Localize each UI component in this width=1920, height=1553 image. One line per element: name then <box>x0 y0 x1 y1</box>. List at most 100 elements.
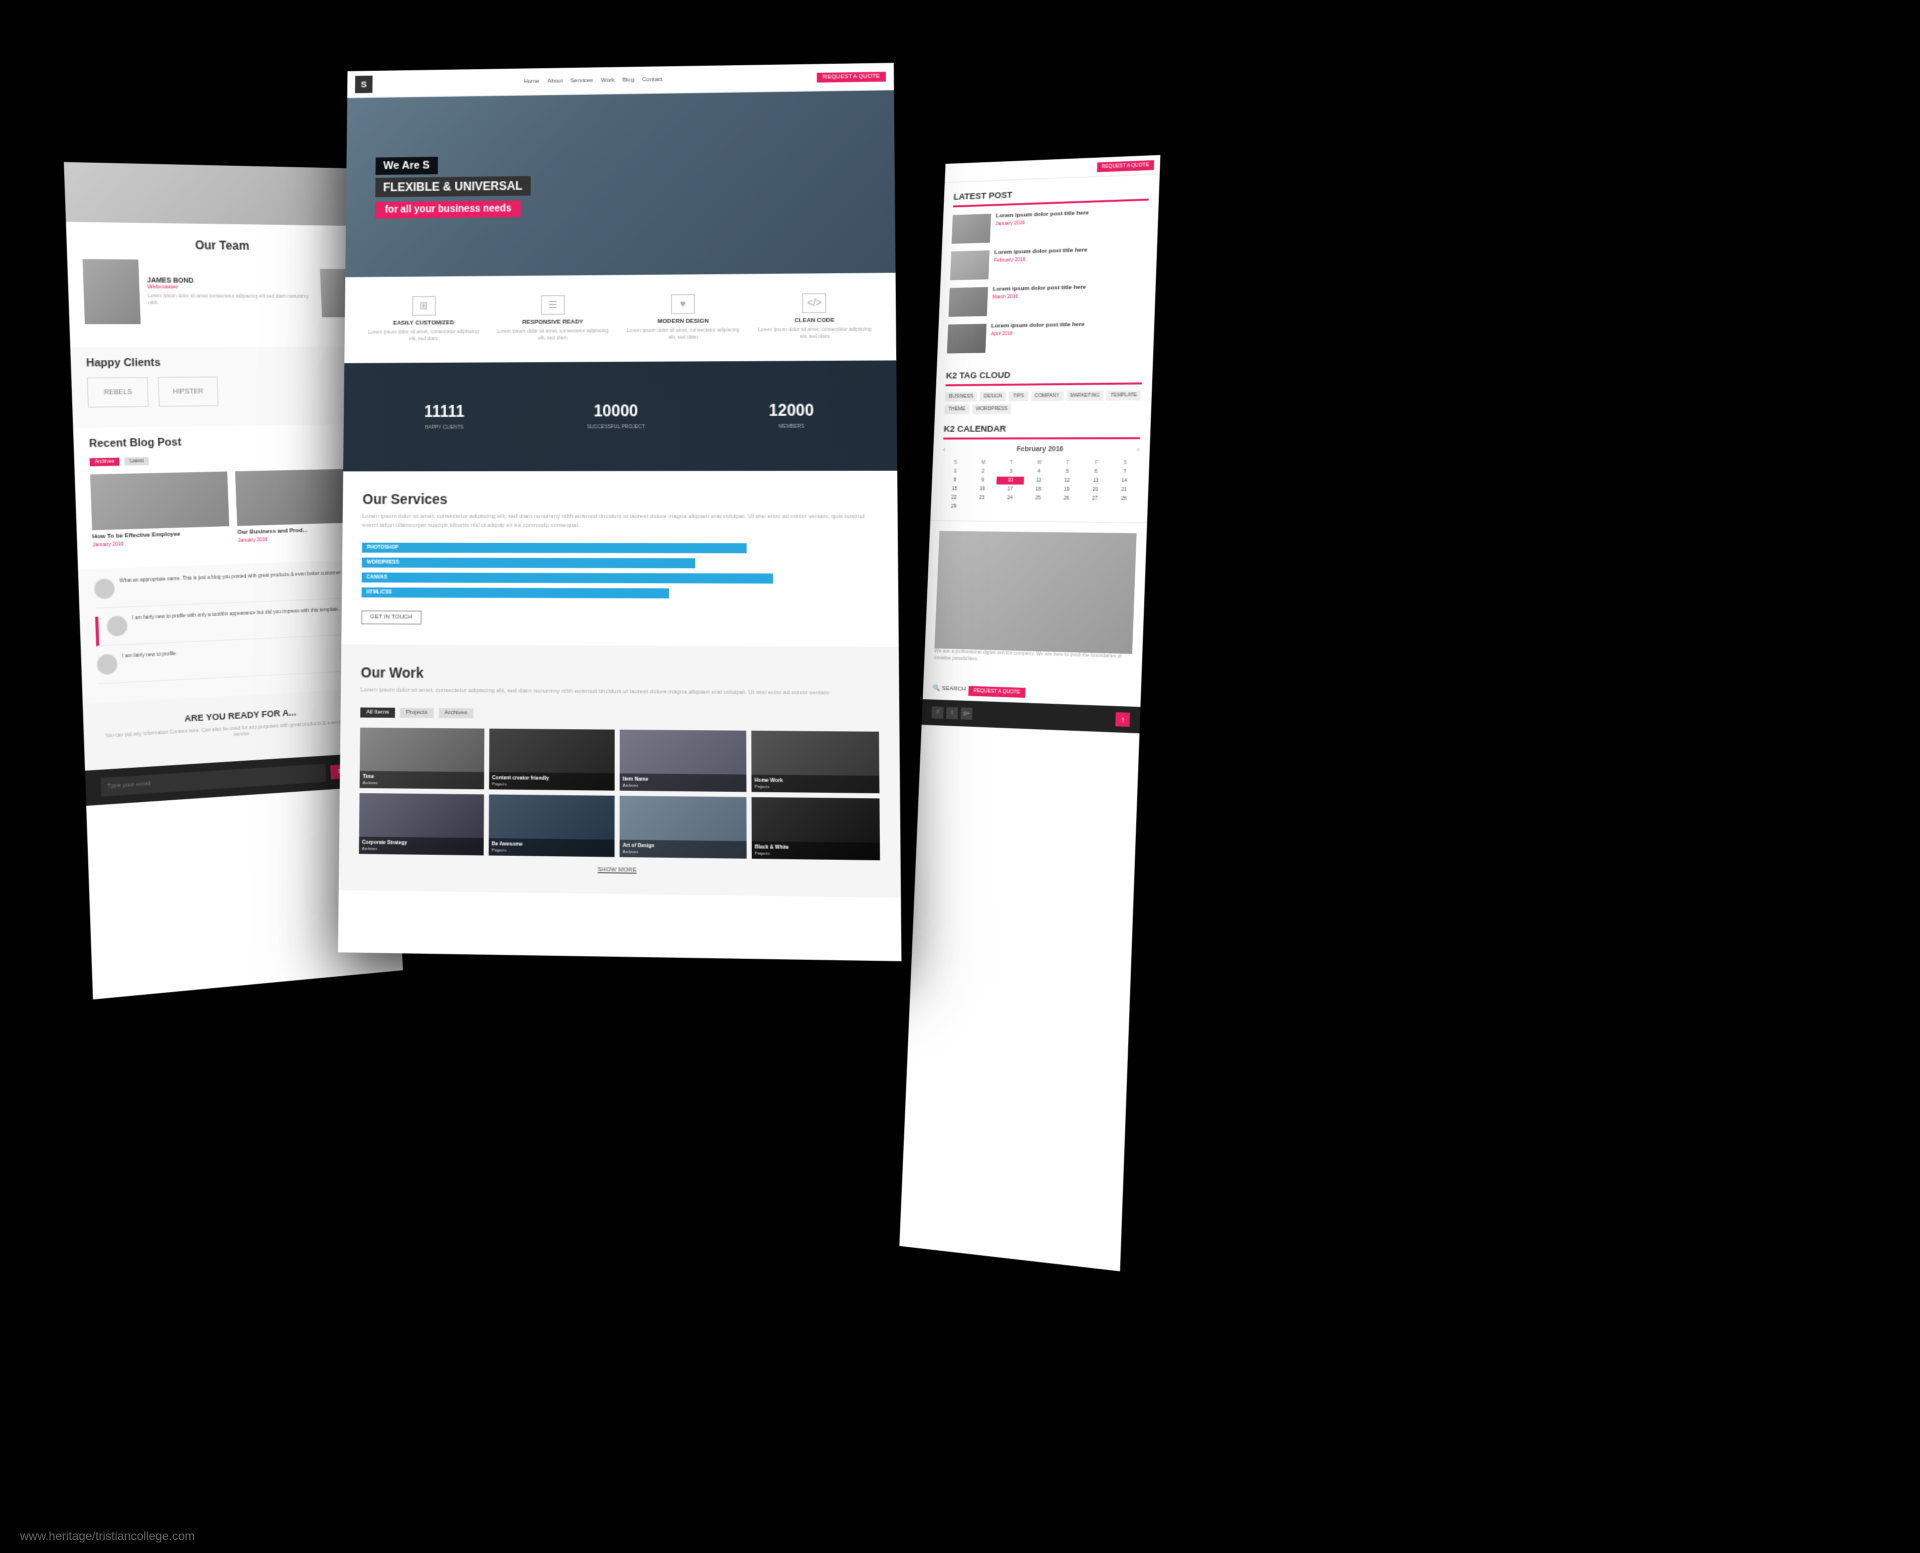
left-blog-tag-inactive[interactable]: Latest <box>125 457 149 466</box>
nav-link-blog[interactable]: Blog <box>622 77 634 83</box>
work-item-4[interactable]: Home Work Projects <box>751 731 879 794</box>
right-cal-day-19[interactable]: 19 <box>1053 486 1081 494</box>
right-cal-day-11[interactable]: 11 <box>1025 477 1053 485</box>
right-cal-day-26[interactable]: 26 <box>1052 495 1080 503</box>
nav-link-home[interactable]: Home <box>524 78 540 84</box>
right-tag-1[interactable]: BUSINESS <box>945 392 977 402</box>
right-cal-day-16[interactable]: 16 <box>969 485 996 493</box>
right-cal-day-1[interactable]: 1 <box>942 468 969 476</box>
right-footer-twitter-icon[interactable]: t <box>946 707 958 719</box>
right-tag-5[interactable]: MARKETING <box>1066 391 1104 401</box>
right-tag-4[interactable]: COMPANY <box>1031 391 1064 401</box>
skill-photoshop: PHOTOSHOP <box>362 543 878 554</box>
right-tag-2[interactable]: DESIGN <box>980 392 1007 402</box>
left-member-role-1: Webmaster <box>147 284 313 291</box>
skill-wordpress: WORDPRESS <box>362 558 878 569</box>
skill-html: HTML/CSS <box>362 587 878 599</box>
right-cal-day-14[interactable]: 14 <box>1110 477 1138 485</box>
right-cal-day-12[interactable]: 12 <box>1053 477 1081 485</box>
right-cal-day-4[interactable]: 4 <box>1025 468 1053 476</box>
right-scroll-top-button[interactable]: ↑ <box>1115 712 1130 727</box>
right-cal-day-24[interactable]: 24 <box>996 494 1023 502</box>
feature-icon-4: </> <box>802 293 826 313</box>
right-cal-days: S M T W T F S 1 2 3 4 5 6 7 8 9 10 11 12… <box>940 459 1139 512</box>
right-cal-day-2[interactable]: 2 <box>969 468 996 476</box>
left-logo-hipster: HIPSTER <box>158 376 219 406</box>
right-footer-facebook-icon[interactable]: f <box>932 706 944 718</box>
right-cal-day-27[interactable]: 27 <box>1081 495 1109 503</box>
right-cal-prev[interactable]: ‹ <box>943 445 946 454</box>
feature-title-2: RESPONSIVE READY <box>493 319 612 326</box>
show-more-button[interactable]: SHOW MORE <box>359 864 880 877</box>
right-cal-day-3[interactable]: 3 <box>997 468 1024 476</box>
right-cta-button[interactable]: REQUEST A QUOTE <box>968 686 1025 698</box>
right-post-3: Lorem ipsum dolor post title here March … <box>949 283 1146 316</box>
right-cal-day-20[interactable]: 20 <box>1081 486 1109 494</box>
right-tag-7[interactable]: THEME <box>944 404 969 414</box>
stat-number-1: 11111 <box>424 403 464 421</box>
work-item-7[interactable]: Art of Design Archives <box>620 796 747 859</box>
left-footer-email-input[interactable] <box>101 764 326 797</box>
feature-title-3: MODERN DESIGN <box>623 319 743 326</box>
right-nav-cta[interactable]: REQUEST A QUOTE <box>1097 160 1155 172</box>
work-item-5[interactable]: Corporate Strategy Archives <box>359 793 484 855</box>
work-item-1[interactable]: Time Archives <box>360 728 485 790</box>
work-filter-all[interactable]: All Items <box>360 707 395 717</box>
left-blog-tag-active[interactable]: Archives <box>90 458 120 467</box>
right-cal-day-6[interactable]: 6 <box>1082 468 1110 476</box>
work-item-8[interactable]: Black & White Projects <box>752 797 880 860</box>
right-cal-day-15[interactable]: 15 <box>941 485 968 493</box>
right-post-1: Lorem ipsum dolor post title here Januar… <box>952 208 1149 243</box>
right-tag-8[interactable]: WORDPRESS <box>972 404 1012 414</box>
right-tag-6[interactable]: TEMPLATE <box>1106 390 1141 400</box>
right-cal-day-18[interactable]: 18 <box>1025 486 1053 494</box>
stat-label-2: SUCCESSFUL PROJECT <box>587 424 645 430</box>
work-item-overlay-6: Be Awesome Projects <box>489 838 615 857</box>
right-cal-header-t: T <box>998 459 1025 467</box>
work-item-cat-3: Archives <box>623 783 744 789</box>
right-tag-cloud: K2 TAG CLOUD BUSINESS DESIGN TIPS COMPAN… <box>934 368 1152 424</box>
right-cal-header-f: F <box>1082 459 1110 467</box>
right-cal-day-28[interactable]: 28 <box>1110 495 1138 503</box>
right-cal-next[interactable]: › <box>1137 445 1140 454</box>
right-tag-3[interactable]: TIPS <box>1009 391 1028 401</box>
nav-link-work[interactable]: Work <box>601 77 615 83</box>
right-footer-googleplus-icon[interactable]: g+ <box>961 707 973 719</box>
right-cal-day-9[interactable]: 9 <box>969 477 996 485</box>
left-team-member-1: JAMES BOND Webmaster Lorem ipsum dolor s… <box>83 259 361 324</box>
right-cal-day-5[interactable]: 5 <box>1053 468 1081 476</box>
nav-link-services[interactable]: Services <box>570 78 593 84</box>
right-post-2: Lorem ipsum dolor post title here Februa… <box>950 246 1147 280</box>
right-cal-day-17[interactable]: 17 <box>996 485 1023 493</box>
right-cal-day-8[interactable]: 8 <box>941 476 968 484</box>
left-comment-avatar-1 <box>94 578 115 599</box>
work-filter-archives[interactable]: Archives <box>438 708 473 718</box>
right-cal-day-10[interactable]: 10 <box>997 477 1024 485</box>
feature-desc-2: Lorem ipsum dolor sit amet, consectetur … <box>493 328 612 343</box>
nav-link-about[interactable]: About <box>547 78 562 84</box>
get-in-touch-button[interactable]: GET IN TOUCH <box>361 610 421 624</box>
stat-3: 12000 MEMBERS <box>769 402 814 429</box>
work-item-2[interactable]: Content creator friendly Projects <box>489 729 615 791</box>
work-item-cat-1: Archives <box>363 780 481 786</box>
right-cal-day-13[interactable]: 13 <box>1082 477 1110 485</box>
right-cal-day-29[interactable]: 29 <box>940 503 967 511</box>
left-blog-filter: Archives Latest <box>90 453 367 466</box>
right-cal-day-7[interactable]: 7 <box>1111 468 1139 476</box>
left-team-section: Our Team JAMES BOND Webmaster Lorem ipsu… <box>66 222 376 347</box>
work-filter-projects[interactable]: Projects <box>400 708 434 718</box>
right-cal-day-21[interactable]: 21 <box>1110 486 1138 494</box>
work-item-6[interactable]: Be Awesome Projects <box>489 794 615 857</box>
right-cal-day-25[interactable]: 25 <box>1024 494 1052 502</box>
left-blog-section: Recent Blog Post Archives Latest How To … <box>73 424 385 570</box>
main-stats: 11111 HAPPY CLIENTS 10000 SUCCESSFUL PRO… <box>343 360 897 471</box>
nav-link-contact[interactable]: Contact <box>642 77 662 83</box>
work-item-3[interactable]: Item Name Archives <box>620 730 747 792</box>
right-cal-day-23[interactable]: 23 <box>968 494 995 502</box>
right-cal-header-s: S <box>942 459 969 467</box>
right-cal-day-22[interactable]: 22 <box>941 494 968 502</box>
feature-icon-1: ⊞ <box>412 296 436 316</box>
main-nav-cta[interactable]: REQUEST A QUOTE <box>817 71 886 82</box>
right-post-info-2: Lorem ipsum dolor post title here Februa… <box>993 246 1147 279</box>
left-comment-text-3: I am fairly new to profile <box>122 651 176 674</box>
